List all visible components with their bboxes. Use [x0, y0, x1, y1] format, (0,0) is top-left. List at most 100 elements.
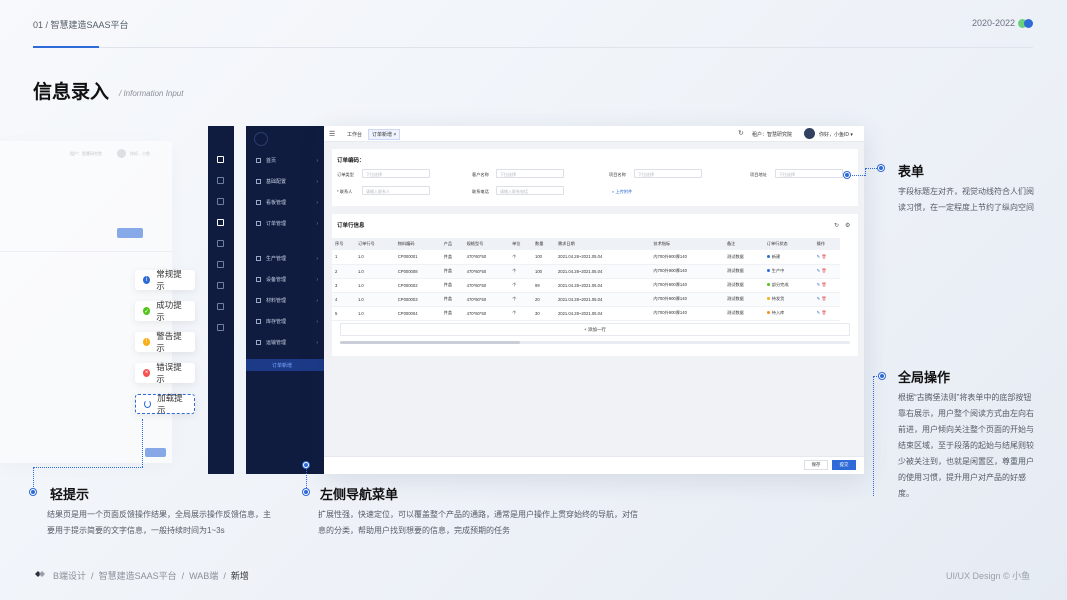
table-cell: 个: [509, 292, 532, 307]
scrollbar-thumb[interactable]: [340, 341, 520, 344]
production-icon[interactable]: [217, 240, 224, 247]
table-title: 订单行信息: [337, 223, 365, 229]
table-row: 2 1.0 CP000008 井盖 470*60*50 个 100 2021.04.28~20…: [332, 264, 840, 279]
delete-icon[interactable]: 🗑: [821, 282, 826, 287]
annotation-tips-body: 结果页是用一个页面反馈操作结果，全局展示操作反馈信息，主要用于提示简要的文字信息…: [47, 510, 271, 535]
actions-cell: ✎ 🗑: [813, 250, 840, 265]
device-icon: [256, 277, 261, 282]
user-menu[interactable]: 你好，小鱼ID ▾: [819, 131, 853, 138]
transport-icon[interactable]: [217, 324, 224, 331]
table-cell: 内700外900厚140: [650, 250, 724, 265]
refresh-icon[interactable]: ↻: [738, 129, 744, 137]
nav-subitem-order-new[interactable]: 订单新增: [246, 359, 324, 371]
table-cell: 个: [509, 278, 532, 293]
table-row: 3 1.0 CP000002 井盖 470*60*50 个 99 2021.04.28~202…: [332, 278, 840, 293]
add-row-button[interactable]: + 添加一行: [340, 323, 850, 336]
status-cell: 待入库: [763, 306, 814, 321]
status-cell: 生产中: [763, 264, 814, 279]
nav-item-dashboard[interactable]: 看板管理 ›: [256, 199, 318, 206]
status-cell: 新建: [763, 250, 814, 265]
save-button[interactable]: 保存: [804, 460, 828, 470]
customer-select[interactable]: 下拉选择: [496, 169, 564, 178]
avatar[interactable]: [804, 128, 815, 139]
form-anchor-dot: [844, 172, 850, 178]
nav-item-transport[interactable]: 运输管理 ›: [256, 339, 318, 346]
table-cell: 1.0: [354, 292, 395, 307]
tab-order-new[interactable]: 订单新增 ×: [368, 129, 401, 140]
annotation-nav-body: 扩展性强，快速定位，可以覆盖整个产品的通路，通常是用户操作上贯穿始终的导航，对信…: [318, 510, 638, 535]
nav-item-order[interactable]: 订单管理 ›: [256, 220, 318, 227]
left-nav-menu: 首页 › 基础配置 › 看板管理 › 订单管理 › 订单新增 生产管理 › 设备管理 › 材…: [246, 126, 324, 474]
address-select[interactable]: 下拉选择: [775, 169, 843, 178]
device-icon[interactable]: [217, 261, 224, 268]
nav-item-stock[interactable]: 库存管理 ›: [256, 318, 318, 325]
table-cell: 个: [509, 250, 532, 265]
crumb: WAB端: [189, 571, 219, 581]
chevron-right-icon: ›: [316, 318, 318, 325]
top-tab-bar: ☰ 工作台 订单新增 × ↻ 租户：智慧研究院 你好，小鱼ID ▾: [324, 126, 864, 142]
delete-icon[interactable]: 🗑: [821, 254, 826, 259]
annotation-tips-title: 轻提示: [50, 487, 90, 502]
chevron-down-icon: ›: [316, 220, 318, 227]
home-icon[interactable]: [217, 156, 224, 163]
nav-item-config[interactable]: 基础配置 ›: [256, 178, 318, 185]
table-cell: 2: [332, 264, 355, 279]
footer-copyright: UI/UX Design © 小鱼: [946, 571, 1031, 581]
material-icon[interactable]: [217, 282, 224, 289]
logo-icon: [254, 132, 268, 146]
upload-link[interactable]: ⌕ 上传附件: [612, 189, 632, 195]
order-icon[interactable]: [217, 219, 224, 226]
field-label: 客户名称: [472, 172, 489, 177]
nav-item-material[interactable]: 材料管理 ›: [256, 297, 318, 304]
field-label: 联系电话: [472, 189, 489, 194]
nav-label: 订单管理: [266, 221, 287, 227]
table-cell: 测试数据: [723, 278, 764, 293]
delete-icon[interactable]: 🗑: [821, 268, 826, 273]
nav-label: 看板管理: [266, 200, 287, 206]
tips-anchor-dot: [30, 489, 36, 495]
nav-item-home[interactable]: 首页 ›: [256, 157, 318, 164]
form-anchor-dot: [878, 165, 884, 171]
table-cell: 20: [532, 292, 555, 307]
stock-icon[interactable]: [217, 303, 224, 310]
loading-icon: [144, 400, 152, 408]
status-badge: 待入库: [771, 310, 785, 315]
tenant-label[interactable]: 租户：智慧研究院: [752, 131, 792, 138]
chevron-right-icon: ›: [316, 199, 318, 206]
phone-input[interactable]: 请输入联系电话: [496, 186, 564, 195]
actions-cell: ✎ 🗑: [813, 292, 840, 307]
home-icon: [256, 158, 261, 163]
table-cell: CP000004: [394, 306, 441, 321]
table-cell: 3: [332, 278, 355, 293]
config-icon[interactable]: [217, 177, 224, 184]
field-label: 订单类型: [337, 172, 354, 177]
nav-item-device[interactable]: 设备管理 ›: [256, 276, 318, 283]
contact-input[interactable]: 请输入联系人: [362, 186, 430, 195]
annotation-form-title: 表单: [898, 164, 925, 179]
nav-item-production[interactable]: 生产管理 ›: [256, 255, 318, 262]
dashboard-icon[interactable]: [217, 198, 224, 205]
info-icon: i: [143, 276, 151, 284]
table-cell: 5: [332, 306, 355, 321]
order-type-select[interactable]: 下拉选择: [362, 169, 430, 178]
actions-cell: ✎ 🗑: [813, 264, 840, 279]
settings-icon[interactable]: ⚙: [845, 222, 850, 229]
table-header: 规格型号: [463, 238, 510, 250]
check-icon: ✓: [143, 307, 151, 315]
error-icon: ×: [143, 369, 151, 377]
refresh-icon[interactable]: ↻: [834, 222, 839, 229]
dashboard-icon: [256, 200, 261, 205]
nav-label: 首页: [266, 158, 277, 164]
diamond-logo-icon: [35, 571, 45, 577]
horizontal-scrollbar[interactable]: [340, 341, 850, 344]
menu-icon[interactable]: ☰: [329, 130, 335, 138]
tab-workbench[interactable]: 工作台: [344, 130, 365, 139]
delete-icon[interactable]: 🗑: [821, 310, 826, 315]
project-select[interactable]: 下拉选择: [634, 169, 702, 178]
table-cell: 测试数据: [723, 292, 764, 307]
crumb-separator: /: [223, 571, 226, 581]
table-cell: CP000003: [394, 292, 441, 307]
delete-icon[interactable]: 🗑: [821, 296, 826, 301]
submit-button[interactable]: 提交: [832, 460, 856, 470]
header-breadcrumb: 01 / 智慧建造SAAS平台: [33, 20, 129, 30]
